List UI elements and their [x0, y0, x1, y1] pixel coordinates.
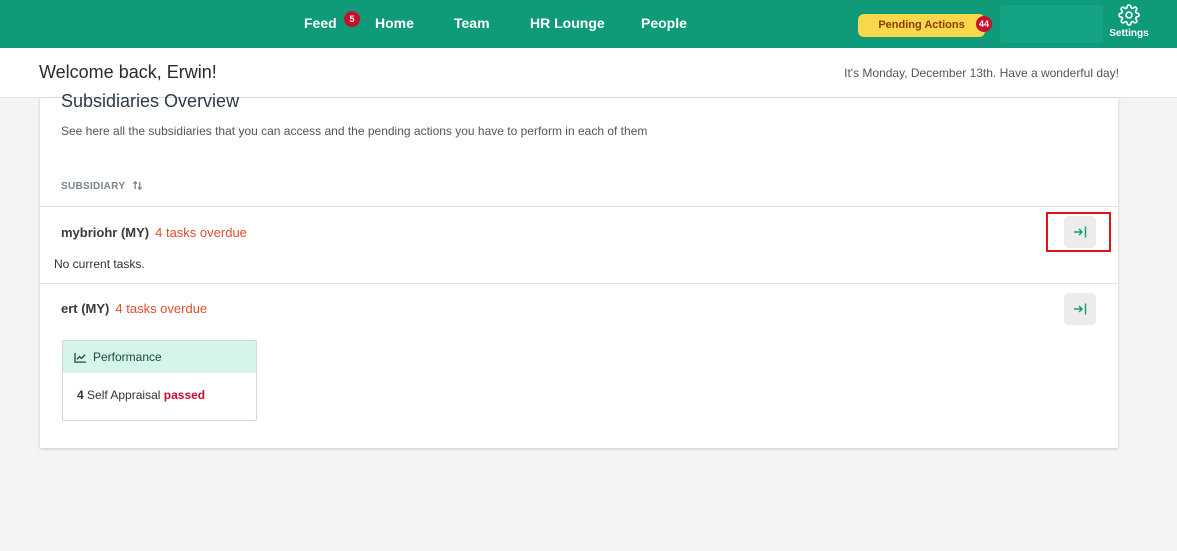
subsidiary-column-header[interactable]: SUBSIDIARY	[61, 180, 143, 192]
nav-hr-lounge[interactable]: HR Lounge	[530, 0, 605, 48]
sign-in-icon	[1074, 303, 1087, 315]
highlight-box	[1046, 212, 1111, 252]
settings-label: Settings	[1109, 28, 1149, 39]
task-status: passed	[163, 388, 206, 402]
subsidiaries-card: Subsidiaries Overview See here all the s…	[40, 91, 1118, 448]
user-profile-area[interactable]	[1000, 5, 1103, 43]
row-divider	[40, 206, 1118, 207]
nav-home[interactable]: Home	[375, 0, 414, 48]
overdue-label: 4 tasks overdue	[155, 225, 247, 240]
performance-card-body: 4 Self Appraisal passed	[63, 373, 256, 402]
trending-up-icon	[74, 352, 86, 363]
subsidiary-row-ert: ert (MY) 4 tasks overdue	[61, 301, 207, 316]
subsidiary-name: mybriohr (MY)	[61, 225, 150, 240]
no-tasks-text: No current tasks.	[54, 257, 145, 271]
task-text: Self Appraisal	[87, 388, 161, 402]
feed-notification-badge: 5	[344, 11, 360, 27]
performance-card-header: Performance	[63, 341, 256, 373]
card-title: Subsidiaries Overview	[61, 91, 240, 111]
pending-actions-badge: 44	[976, 16, 992, 32]
card-subtitle: See here all the subsidiaries that you c…	[61, 124, 648, 138]
pending-actions-button[interactable]: Pending Actions	[858, 14, 985, 37]
performance-task-card[interactable]: Performance 4 Self Appraisal passed	[62, 340, 257, 421]
subsidiary-name: ert (MY)	[61, 301, 110, 316]
nav-team[interactable]: Team	[454, 0, 490, 48]
overdue-label: 4 tasks overdue	[115, 301, 208, 316]
performance-card-title: Performance	[93, 350, 162, 364]
welcome-date: It's Monday, December 13th. Have a wonde…	[844, 66, 1119, 80]
gear-icon	[1118, 4, 1140, 26]
task-count: 4	[77, 388, 84, 402]
subsidiary-row-mybriohr: mybriohr (MY) 4 tasks overdue	[61, 225, 247, 240]
settings-button[interactable]: Settings	[1104, 4, 1154, 44]
column-header-label: SUBSIDIARY	[61, 181, 126, 192]
welcome-title: Welcome back, Erwin!	[39, 62, 217, 82]
nav-people[interactable]: People	[641, 0, 687, 48]
top-navigation-bar: Feed 5 Home Team HR Lounge People Pendin…	[0, 0, 1177, 48]
nav-feed[interactable]: Feed	[304, 0, 337, 48]
row-divider	[40, 283, 1118, 284]
enter-subsidiary-button[interactable]	[1064, 293, 1096, 325]
sort-icon	[133, 180, 143, 191]
